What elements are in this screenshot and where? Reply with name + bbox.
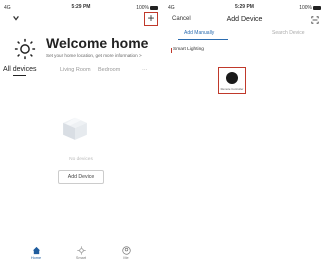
battery-indicator: 100% (299, 5, 321, 11)
smart-scene-icon (76, 246, 86, 255)
tab-search-device[interactable]: Search Device (272, 30, 305, 36)
no-devices-text: No devices (69, 157, 93, 162)
category-smart-lighting[interactable]: Smart Lighting (164, 47, 204, 53)
add-device-button[interactable]: Add Device (58, 170, 104, 184)
status-bar: 4G 5:29 PM 100% (4, 3, 158, 13)
remote-controller-icon (226, 72, 238, 84)
device-card-remote-controller[interactable]: Remote Controller (218, 67, 246, 94)
tab-all-devices[interactable]: All devices (3, 66, 36, 76)
bottom-navigation: Home Smart Me (0, 246, 162, 268)
status-time: 5:29 PM (71, 4, 91, 10)
add-mode-tabs: Add Manually Search Device (164, 30, 325, 40)
tab-add-manually[interactable]: Add Manually (184, 30, 214, 36)
nav-smart[interactable]: Smart (61, 246, 101, 260)
nav-home-label: Home (30, 256, 42, 260)
nav-me-label: Me (123, 256, 129, 260)
home-screen: 4G 5:29 PM 100% + Welcome home Set your … (0, 0, 162, 269)
welcome-subtitle-link[interactable]: Set your home location, get more informa… (46, 53, 142, 58)
sun-icon (14, 38, 36, 60)
tab-living-room[interactable]: Living Room (60, 67, 91, 73)
page-title: Add Device (226, 16, 263, 23)
chevron-down-icon[interactable] (12, 14, 20, 22)
tabs-more-icon[interactable]: ··· (142, 67, 148, 73)
nav-me[interactable]: Me (106, 246, 146, 260)
add-device-screen: 4G 5:29 PM 100% Cancel Add Device Add Ma… (164, 0, 325, 269)
battery-icon (313, 5, 321, 10)
status-time: 5:29 PM (235, 4, 254, 10)
room-tabs: All devices Living Room Bedroom ··· (0, 64, 162, 76)
nav-home[interactable]: Home (16, 246, 56, 260)
battery-icon (150, 5, 158, 10)
scan-icon[interactable] (311, 16, 319, 24)
active-tab-indicator (178, 39, 228, 40)
home-icon (32, 246, 40, 255)
empty-box-illustration (63, 117, 87, 140)
device-card-label: Remote Controller (220, 87, 244, 91)
status-bar: 4G 5:29 PM 100% (168, 3, 321, 13)
profile-icon (121, 246, 131, 255)
nav-smart-label: Smart (75, 256, 87, 260)
add-device-plus-button[interactable]: + (144, 12, 158, 26)
welcome-title: Welcome home (46, 35, 149, 51)
battery-percent: 100% (299, 5, 312, 11)
tab-bedroom[interactable]: Bedroom (98, 67, 120, 73)
